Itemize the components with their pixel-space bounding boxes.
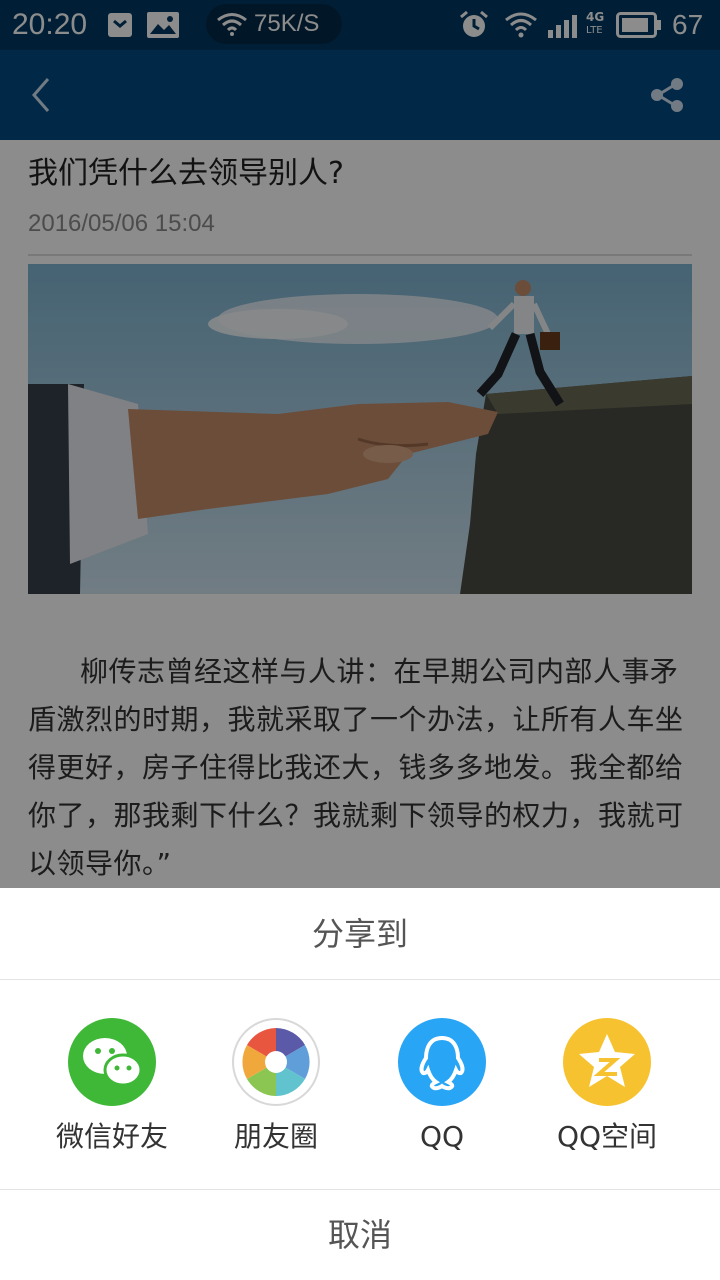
wechat-icon: [68, 1018, 156, 1106]
qzone-icon: [563, 1018, 651, 1106]
divider: [0, 979, 720, 980]
qq-icon: [398, 1018, 486, 1106]
cancel-button[interactable]: 取消: [0, 1190, 720, 1280]
share-option-label: 微信好友: [55, 1120, 168, 1153]
share-option-label: 朋友圈: [233, 1120, 318, 1153]
share-option-label: QQ空间: [556, 1120, 658, 1153]
share-qzone[interactable]: QQ空间: [527, 1018, 687, 1158]
modal-overlay[interactable]: [0, 0, 720, 888]
share-moments[interactable]: 朋友圈: [196, 1018, 356, 1158]
share-sheet-title: 分享到: [311, 915, 408, 953]
share-sheet: 分享到 微信好友 朋友圈 QQ QQ空间 取消: [0, 888, 720, 1280]
share-option-label: QQ: [419, 1120, 465, 1153]
share-qq[interactable]: QQ: [362, 1018, 522, 1158]
moments-icon: [232, 1018, 320, 1106]
share-wechat-friends[interactable]: 微信好友: [32, 1018, 192, 1158]
